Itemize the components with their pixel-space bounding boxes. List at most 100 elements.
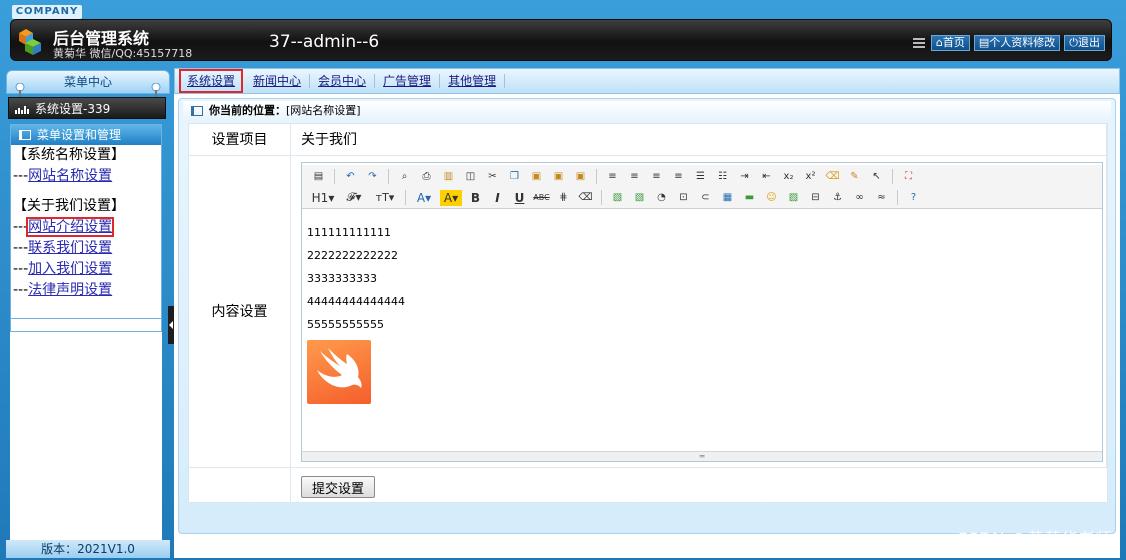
ordered-list-icon[interactable]: ☰ (692, 168, 709, 184)
link-icon[interactable]: ∞ (851, 190, 868, 206)
unlink-icon[interactable]: ≈ (873, 190, 890, 206)
select-all-icon[interactable]: ✎ (846, 168, 863, 184)
page-break-icon[interactable]: ⊟ (807, 190, 824, 206)
template-icon[interactable]: ▥ (440, 168, 457, 184)
panel-icon (19, 130, 31, 140)
company-badge: COMPANY (12, 5, 82, 19)
line-height-icon[interactable]: ⋕ (555, 190, 572, 206)
sidebar-item-site-intro[interactable]: ---网站介绍设置 (11, 217, 161, 238)
unordered-list-icon[interactable]: ☷ (714, 168, 731, 184)
highlight-color-icon[interactable]: A▾ (440, 189, 462, 206)
row2-label: 内容设置 (211, 304, 268, 320)
justify-icon[interactable]: ≡ (670, 168, 687, 184)
font-family-icon[interactable]: 𝓕▾ (341, 190, 367, 206)
align-left-icon[interactable]: ≡ (604, 168, 621, 184)
cut-icon[interactable]: ✂ (484, 168, 501, 184)
main-area: 系统设置 新闻中心 会员中心 广告管理 其他管理 你当前的位置：[网站名称设置]… (174, 68, 1120, 558)
content-line: 2222222222222 (307, 249, 398, 262)
sidebar-blank (10, 332, 162, 558)
sidebar-item-legal[interactable]: ---法律声明设置 (11, 280, 161, 301)
cube-logo-icon (19, 29, 41, 55)
font-color-icon[interactable]: A▾ (413, 190, 435, 206)
align-center-icon[interactable]: ≡ (626, 168, 643, 184)
menu-section-system[interactable]: 系统设置-339 (8, 97, 166, 119)
sidebar: 菜单中心 系统设置-339 菜单设置和管理 【系统名称设置】 ---网站名称设置… (6, 68, 170, 558)
image-gallery-icon[interactable]: ▨ (785, 190, 802, 206)
table-icon[interactable]: ▦ (719, 190, 736, 206)
anchor-icon[interactable]: ⚓ (829, 190, 846, 206)
submit-settings-button[interactable]: 提交设置 (301, 476, 376, 498)
image-icon[interactable]: ▧ (609, 190, 626, 206)
hr-icon[interactable]: ▬ (741, 190, 758, 206)
logout-button[interactable]: ⏻退出 (1064, 35, 1105, 51)
strikethrough-icon[interactable]: ABC (533, 190, 550, 206)
app-window: COMPANY 后台管理系统 黄菊华 微信/QQ:45157718 37--ad… (0, 0, 1126, 560)
font-size-icon[interactable]: тT▾ (372, 190, 398, 206)
sidebar-item-site-name[interactable]: ---网站名称设置 (11, 166, 161, 187)
paste-icon[interactable]: ▣ (528, 168, 545, 184)
emoticon-icon[interactable]: ☺ (763, 190, 780, 206)
editor-toolbar-row1: ▤ ↶ ↷ ⌕ ⎙ ▥ ◫ ✂ ❐ ▣ ▣ ▣ ≡ ≡ ≡ ≡ ☰ ☷ ⇥ ⇤ … (302, 165, 1102, 187)
version-label: 版本：2021V1.0 (6, 540, 170, 558)
indent-icon[interactable]: ⇥ (736, 168, 753, 184)
bold-icon[interactable]: B (467, 190, 484, 206)
editor-content[interactable]: 111111111111 2222222222222 3333333333 44… (302, 211, 1102, 451)
tab-news[interactable]: 新闻中心 (245, 74, 311, 88)
panel-header: 菜单设置和管理 (11, 125, 161, 145)
swift-logo-image (307, 340, 371, 404)
help-icon[interactable]: ? (905, 190, 922, 206)
editor-toolbar-row2: H1▾ 𝓕▾ тT▾ A▾ A▾ B I U ABC ⋕ ⌫ ▧ ▧ ◔ ⊡ ⊂… (302, 187, 1102, 209)
top-nav: ⌂首页 ▤个人资料修改 ⏻退出 (912, 35, 1105, 51)
eraser-icon[interactable]: ⌫ (577, 190, 594, 206)
watermark: CSDN @黄菊华老师 (956, 530, 1112, 550)
row1-label: 设置项目 (211, 132, 268, 148)
label-cell: 设置项目 (189, 124, 291, 156)
group-about-us: 【关于我们设置】 (13, 198, 125, 214)
preview-icon[interactable]: ⌕ (396, 168, 413, 184)
sidebar-item-contact[interactable]: ---联系我们设置 (11, 238, 161, 259)
editor-resize-handle[interactable]: ═ (302, 451, 1102, 461)
media-icon[interactable]: ⊡ (675, 190, 692, 206)
fullscreen-icon[interactable]: ⛶ (900, 168, 917, 184)
content-line: 44444444444444 (307, 295, 405, 308)
label-cell: 内容设置 (189, 156, 291, 468)
superscript-icon[interactable]: x² (802, 168, 819, 184)
subscript-icon[interactable]: x₂ (780, 168, 797, 184)
tab-ads[interactable]: 广告管理 (375, 74, 441, 88)
tab-members[interactable]: 会员中心 (310, 74, 376, 88)
redo-icon[interactable]: ↷ (364, 168, 381, 184)
multi-image-icon[interactable]: ▧ (631, 190, 648, 206)
copy-icon[interactable]: ❐ (506, 168, 523, 184)
outdent-icon[interactable]: ⇤ (758, 168, 775, 184)
group-system-name: 【系统名称设置】 (13, 147, 125, 163)
home-button[interactable]: ⌂首页 (930, 35, 970, 51)
profile-edit-button[interactable]: ▤个人资料修改 (973, 35, 1061, 51)
tab-system-settings[interactable]: 系统设置 (179, 69, 244, 93)
print-icon[interactable]: ⎙ (418, 168, 435, 184)
user-info: 37--admin--6 (269, 32, 380, 52)
tab-other[interactable]: 其他管理 (440, 74, 506, 88)
clear-format-icon[interactable]: ⌫ (824, 168, 841, 184)
undo-icon[interactable]: ↶ (342, 168, 359, 184)
cursor-icon[interactable]: ↖ (868, 168, 885, 184)
rich-text-editor[interactable]: ▤ ↶ ↷ ⌕ ⎙ ▥ ◫ ✂ ❐ ▣ ▣ ▣ ≡ ≡ ≡ ≡ ☰ ☷ ⇥ ⇤ … (301, 162, 1103, 462)
underline-icon[interactable]: U (511, 190, 528, 206)
code-icon[interactable]: ◫ (462, 168, 479, 184)
paste-word-icon[interactable]: ▣ (572, 168, 589, 184)
grid-icon (912, 38, 925, 48)
breadcrumb: 你当前的位置：[网站名称设置] (183, 101, 1111, 121)
align-right-icon[interactable]: ≡ (648, 168, 665, 184)
system-subtitle: 黄菊华 微信/QQ:45157718 (53, 47, 193, 60)
flash-icon[interactable]: ◔ (653, 190, 670, 206)
menu-center-header: 菜单中心 (6, 70, 170, 99)
source-icon[interactable]: ▤ (310, 168, 327, 184)
content-line: 55555555555 (307, 318, 384, 331)
location-icon (191, 106, 203, 116)
tab-bar: 系统设置 新闻中心 会员中心 广告管理 其他管理 (174, 68, 1120, 94)
attachment-icon[interactable]: ⊂ (697, 190, 714, 206)
sidebar-item-join[interactable]: ---加入我们设置 (11, 259, 161, 280)
heading-icon[interactable]: H1▾ (310, 190, 336, 206)
italic-icon[interactable]: I (489, 190, 506, 206)
content-line: 3333333333 (307, 272, 377, 285)
paste-text-icon[interactable]: ▣ (550, 168, 567, 184)
